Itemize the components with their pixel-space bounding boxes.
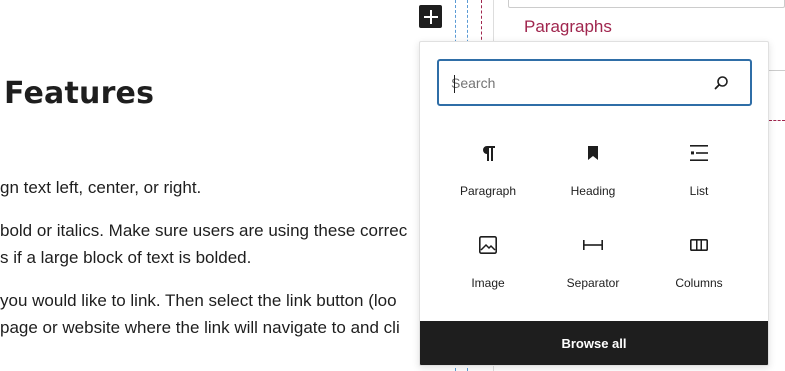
block-label: Image — [471, 276, 505, 290]
image-icon — [436, 232, 540, 258]
block-label: Separator — [566, 276, 620, 290]
text-caret — [454, 75, 455, 93]
paragraph-text[interactable]: bold or italics. Make sure users are usi… — [0, 217, 407, 244]
list-icon — [647, 140, 751, 166]
block-inserter-popover: Paragraph Heading List — [419, 41, 769, 366]
block-label: Columns — [675, 276, 723, 290]
paragraph-text[interactable]: you would like to link. Then select the … — [0, 287, 397, 314]
separator-icon — [541, 232, 645, 258]
block-label: Heading — [570, 184, 616, 198]
block-label: Paragraph — [459, 184, 517, 198]
paragraph-text[interactable]: gn text left, center, or right. — [0, 174, 201, 201]
divider — [769, 120, 785, 121]
section-heading[interactable]: Features — [4, 76, 154, 111]
sidebar-label[interactable]: Paragraphs — [524, 17, 612, 37]
add-block-button[interactable] — [419, 5, 442, 28]
paragraph-text[interactable]: s if a large block of text is bolded. — [0, 244, 251, 271]
search-input[interactable] — [451, 71, 701, 95]
search-icon — [714, 76, 728, 90]
columns-icon — [647, 232, 751, 258]
block-label: List — [689, 184, 709, 198]
block-list[interactable]: List — [647, 128, 751, 206]
block-image[interactable]: Image — [436, 220, 540, 298]
block-heading[interactable]: Heading — [541, 128, 645, 206]
paragraph-text[interactable]: page or website where the link will navi… — [0, 314, 400, 341]
column-guide — [481, 0, 482, 45]
sidebar-field[interactable] — [508, 0, 785, 8]
block-separator[interactable]: Separator — [541, 220, 645, 298]
paragraph-icon — [436, 140, 540, 166]
search-field[interactable] — [437, 59, 752, 106]
browse-all-button[interactable]: Browse all — [420, 321, 768, 365]
bookmark-icon — [541, 140, 645, 166]
plus-icon — [423, 9, 438, 24]
block-paragraph[interactable]: Paragraph — [436, 128, 540, 206]
divider — [769, 70, 785, 71]
block-columns[interactable]: Columns — [647, 220, 751, 298]
